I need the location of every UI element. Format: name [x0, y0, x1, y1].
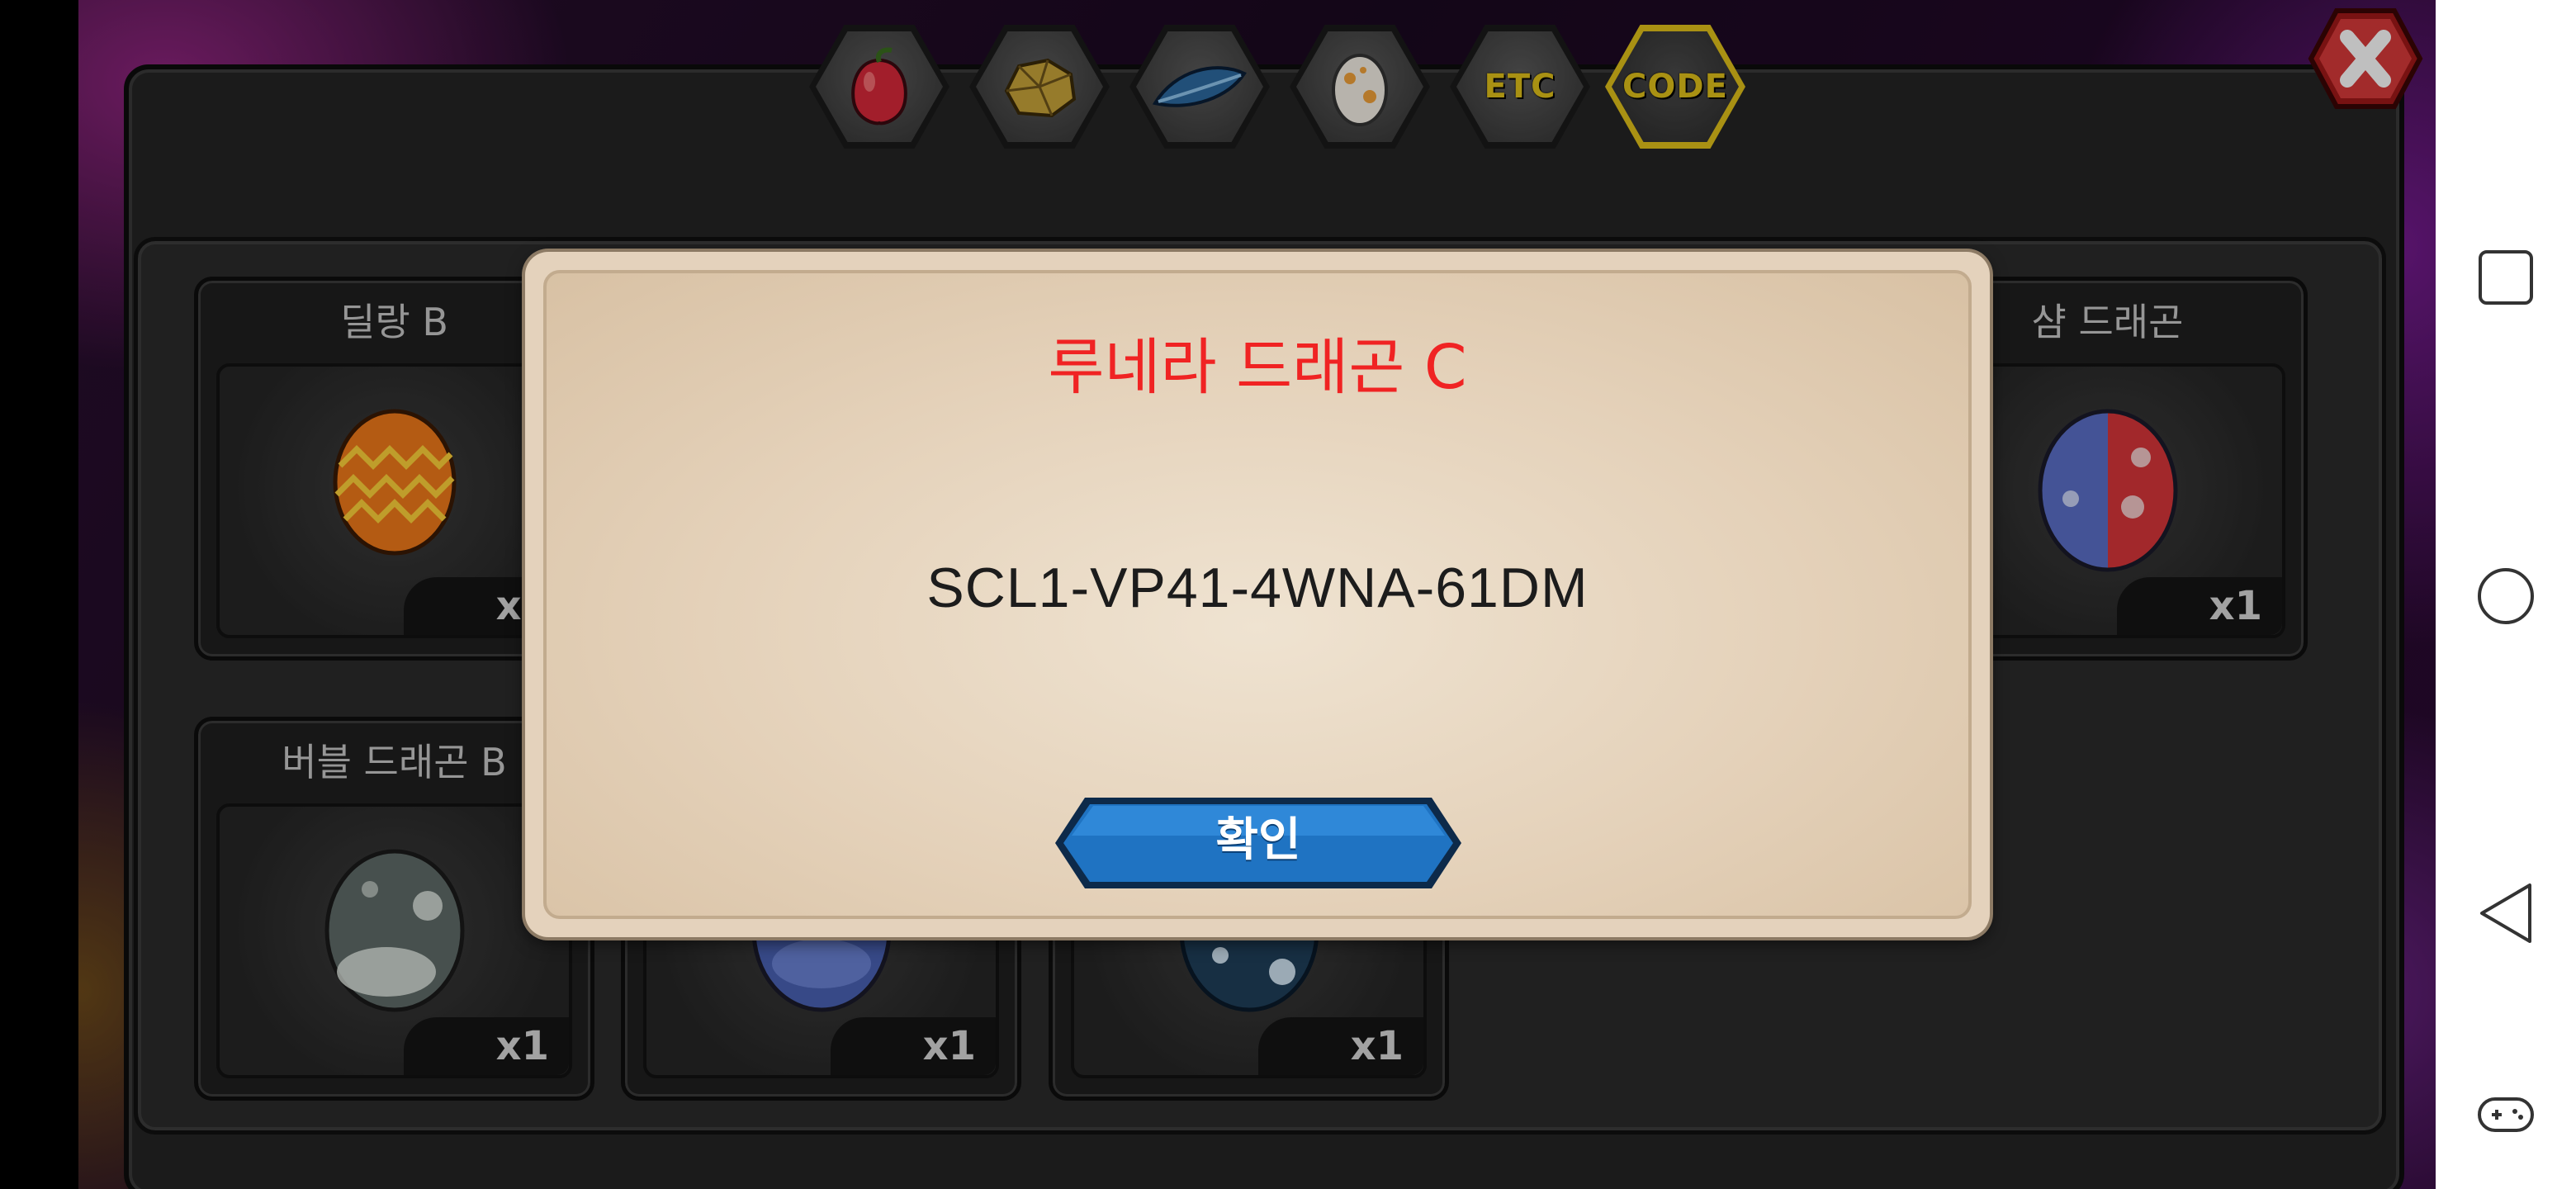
android-nav-bar	[2436, 0, 2576, 1189]
game-screen: ETC CODE 딜랑 B x1 샴 드래곤 x1 버블 드래곤 B x1 x1…	[0, 0, 2436, 1189]
coupon-code: SCL1-VP41-4WNA-61DM	[926, 557, 1589, 619]
home-icon	[2478, 568, 2534, 624]
confirm-label: 확인	[1215, 813, 1301, 867]
game-controller-icon	[2478, 1097, 2534, 1132]
dialog-title: 루네라 드래곤 C	[1048, 332, 1467, 403]
back-button[interactable]	[2436, 864, 2576, 963]
back-icon	[2480, 883, 2531, 943]
game-mode-button[interactable]	[2436, 1065, 2576, 1164]
recent-apps-icon	[2479, 250, 2533, 305]
recent-apps-button[interactable]	[2436, 228, 2576, 327]
home-button[interactable]	[2436, 547, 2576, 646]
confirm-button[interactable]: 확인	[1052, 794, 1465, 892]
